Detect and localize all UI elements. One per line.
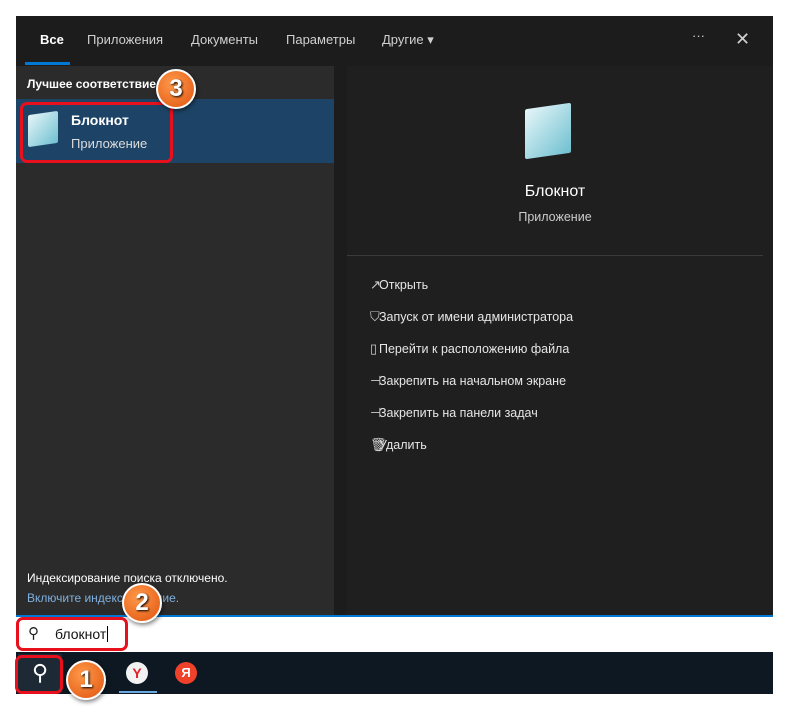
step-badge-1: 1 [66,660,106,700]
pin-icon: ⊣ [370,405,382,420]
preview-type: Приложение [518,210,592,224]
indexing-note: Индексирование поиска отключено. [27,571,228,585]
tab-documents[interactable]: Документы [191,32,258,47]
action-label: Закрепить на начальном экране [379,374,567,388]
pin-icon: ⊣ [370,373,382,388]
yandex-browser-icon[interactable]: Y [126,662,148,684]
tab-other[interactable]: Другие ▾ [382,32,434,48]
action-open-file-location[interactable]: ▯ Перейти к расположению файла [370,333,570,365]
running-indicator [119,691,157,693]
preview-panel: Блокнот Приложение ↗ Открыть ⛉ Запуск от и… [347,66,773,615]
notepad-large-icon [525,102,571,160]
preview-name: Блокнот [524,183,586,200]
chevron-down-icon: ▾ [427,32,434,47]
trash-icon: 🗑 [370,437,387,452]
best-match-heading: Лучшее соответствие [27,77,157,91]
action-run-as-admin[interactable]: ⛉ Запуск от имени администратора [370,301,574,333]
action-pin-taskbar[interactable]: ⊣ Закрепить на панели задач [370,397,538,429]
action-uninstall[interactable]: 🗑 Удалить [370,429,427,461]
action-label: Закрепить на панели задач [379,406,538,420]
tab-other-label: Другие [382,32,424,47]
step-badge-3: 3 [156,69,196,109]
search-box[interactable]: ⚲ блокнот [16,615,773,652]
yandex-icon[interactable]: Я [175,662,197,684]
action-label: Открыть [379,278,429,292]
highlight-search [16,617,128,651]
more-options-button[interactable]: ··· [692,28,705,43]
step-badge-2: 2 [122,583,162,623]
highlight-result [20,102,173,163]
highlight-search-button [15,655,63,694]
open-icon: ↗ [370,277,381,292]
active-tab-indicator [25,62,70,65]
tab-settings[interactable]: Параметры [286,32,355,47]
tab-all[interactable]: Все [40,32,64,47]
tab-apps[interactable]: Приложения [87,32,163,47]
taskbar: ⚲ Y Я [16,652,773,694]
close-button[interactable]: ✕ [735,29,750,50]
divider [347,255,763,256]
folder-icon: ▯ [370,341,378,356]
action-open[interactable]: ↗ Открыть [370,269,429,301]
action-pin-start[interactable]: ⊣ Закрепить на начальном экране [370,365,567,397]
action-label: Запуск от имени администратора [379,310,574,324]
action-label: Перейти к расположению файла [379,342,570,356]
shield-icon: ⛉ [370,309,380,324]
tab-bar: Все Приложения Документы Параметры Други… [16,16,773,66]
